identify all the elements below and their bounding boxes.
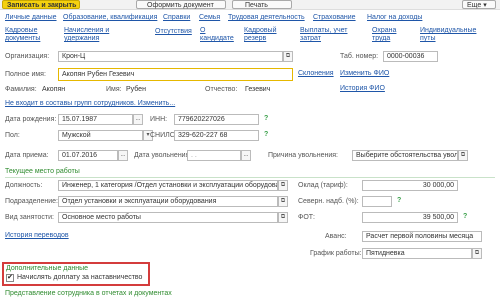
mentor-checkbox[interactable]: ✔ [6, 274, 14, 282]
tab-accruals[interactable]: Начисления и удержания [64, 27, 130, 43]
inn-field[interactable]: 779620227026 [174, 114, 259, 125]
birth-date-label: Дата рождения: [5, 116, 57, 123]
tab-hr-documents[interactable]: Кадровые документы [5, 27, 53, 43]
surname-value: Акопян [42, 86, 66, 93]
current-job-title: Текущее место работы [5, 168, 80, 175]
fot-help-icon[interactable]: ? [463, 212, 467, 222]
history-fio-link[interactable]: История ФИО [340, 85, 385, 92]
schedule-open-icon[interactable]: ⧉ [472, 248, 482, 259]
dismiss-reason-open-icon[interactable]: ⧉ [458, 150, 468, 161]
north-allowance-label: Северн. надб. (%): [298, 198, 359, 205]
employment-type-label: Вид занятости: [5, 214, 54, 221]
tab-reserve[interactable]: Кадровый резерв [244, 27, 284, 43]
position-open-icon[interactable]: ⧉ [278, 180, 288, 191]
org-field[interactable]: Крон-Ц [58, 51, 283, 62]
inn-label: ИНН: [150, 116, 168, 123]
mentor-label: Начислять доплату за наставничество [17, 274, 143, 281]
tab-income-tax[interactable]: Налог на доходы [367, 13, 422, 22]
department-label: Подразделение: [5, 198, 58, 205]
dismiss-reason-label: Причина увольнения: [268, 152, 338, 159]
groups-link[interactable]: Не входит в составы групп сотрудников. И… [5, 100, 175, 107]
dismiss-date-label: Дата увольнения: [134, 152, 192, 159]
tab-insurance[interactable]: Страхование [313, 13, 356, 22]
create-document-label: Оформить документ [147, 2, 214, 9]
tab-labor-safety[interactable]: Охрана труда [372, 27, 402, 43]
gender-select[interactable]: Мужской [58, 130, 143, 141]
create-document-button[interactable]: Оформить документ [136, 0, 226, 9]
print-label: Печать [245, 2, 268, 9]
tab-candidate[interactable]: О кандидате [200, 27, 238, 43]
north-allowance-field[interactable] [362, 196, 392, 207]
hire-date-label: Дата приема: [5, 152, 49, 159]
additional-data-title: Дополнительные данные [6, 265, 88, 272]
toolbar: Записать и закрыть Оформить документ Печ… [0, 0, 500, 10]
tab-absences[interactable]: Отсутствия [155, 27, 192, 36]
full-name-field[interactable]: Акопян Рубен Гезевич [58, 68, 293, 81]
tab-payments[interactable]: Выплаты, учет затрат [300, 27, 350, 43]
tab-number-field[interactable]: 0000-00036 [383, 51, 438, 62]
snils-help-icon[interactable]: ? [264, 130, 268, 140]
declensions-link[interactable]: Склонения [298, 70, 334, 77]
transfers-link[interactable]: История переводов [5, 232, 69, 239]
change-fio-link[interactable]: Изменить ФИО [340, 70, 389, 77]
more-button[interactable]: Еще ▾ [462, 0, 496, 9]
snils-label: СНИЛС: [150, 132, 177, 139]
inn-help-icon[interactable]: ? [264, 114, 268, 124]
chevron-down-icon: ▾ [483, 2, 487, 9]
employment-type-field[interactable]: Основное место работы [58, 212, 278, 223]
tab-certificates[interactable]: Справки [163, 13, 190, 22]
snils-field[interactable]: 329-620-227 68 [174, 130, 259, 141]
print-button[interactable]: Печать [232, 0, 292, 9]
patronymic-value: Гезевич [245, 86, 271, 93]
fot-field[interactable]: 39 500,00 [362, 212, 458, 223]
schedule-field[interactable]: Пятидневка [362, 248, 472, 259]
tab-education[interactable]: Образование, квалификация [63, 13, 157, 22]
tab-family[interactable]: Семья [199, 13, 220, 22]
tab-individual[interactable]: Индивидуальные путы [420, 27, 480, 43]
schedule-label: График работы: [310, 250, 362, 257]
tab-work-activity[interactable]: Трудовая деятельность [228, 13, 305, 22]
org-open-icon[interactable]: ⧉ [283, 51, 293, 62]
org-label: Организация: [5, 53, 50, 60]
tab-personal-data[interactable]: Личные данные [5, 13, 57, 22]
patronymic-label: Отчество: [205, 86, 238, 93]
more-label: Еще [467, 2, 482, 9]
representation-title: Представление сотрудника в отчетах и док… [5, 290, 172, 297]
gender-label: Пол: [5, 132, 20, 139]
position-field[interactable]: Инженер, 1 категория /Отдел установки и … [58, 180, 278, 191]
calendar-icon[interactable]: ... [133, 114, 143, 125]
advance-label: Аванс: [325, 233, 347, 240]
department-open-icon[interactable]: ⧉ [278, 196, 288, 207]
employment-type-open-icon[interactable]: ⧉ [278, 212, 288, 223]
first-name-value: Рубен [126, 86, 146, 93]
dismiss-reason-field[interactable]: Выберите обстоятельства увольнения... [352, 150, 458, 161]
department-field[interactable]: Отдел установки и эксплуатации оборудова… [58, 196, 278, 207]
dismiss-calendar-icon[interactable]: ... [241, 150, 251, 161]
salary-field[interactable]: 30 000,00 [362, 180, 458, 191]
hire-date-field[interactable]: 01.07.2016 [58, 150, 118, 161]
position-label: Должность: [5, 182, 43, 189]
advance-field[interactable]: Расчет первой половины месяца [362, 231, 482, 242]
first-name-label: Имя: [106, 86, 122, 93]
birth-date-field[interactable]: 15.07.1987 [58, 114, 133, 125]
save-close-button[interactable]: Записать и закрыть [2, 0, 80, 9]
dismiss-date-field[interactable]: . . [187, 150, 241, 161]
salary-label: Оклад (тариф): [298, 182, 348, 189]
north-help-icon[interactable]: ? [397, 196, 401, 206]
current-job-divider [5, 177, 495, 178]
full-name-label: Полное имя: [5, 71, 46, 78]
hire-calendar-icon[interactable]: ... [118, 150, 128, 161]
fot-label: ФОТ: [298, 214, 315, 221]
tab-number-label: Таб. номер: [340, 53, 379, 60]
surname-label: Фамилия: [5, 86, 37, 93]
